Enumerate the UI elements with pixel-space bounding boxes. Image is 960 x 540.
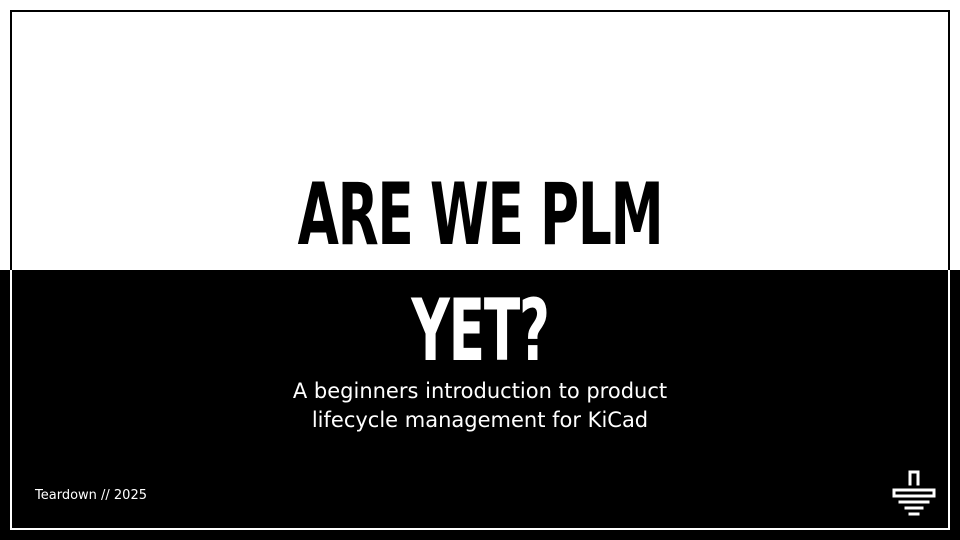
- title-slide: ARE WE PLM YET? A beginners introduction…: [0, 0, 960, 540]
- title-line-2: YET?: [411, 281, 550, 381]
- subtitle-line-2: lifecycle management for KiCad: [311, 408, 649, 432]
- title-line-1: ARE WE PLM: [297, 165, 664, 265]
- subtitle: A beginners introduction to product life…: [0, 377, 960, 435]
- subtitle-line-1: A beginners introduction to product: [292, 379, 668, 403]
- footer-text: Teardown // 2025: [35, 488, 147, 503]
- kicad-logo-icon: [892, 470, 936, 516]
